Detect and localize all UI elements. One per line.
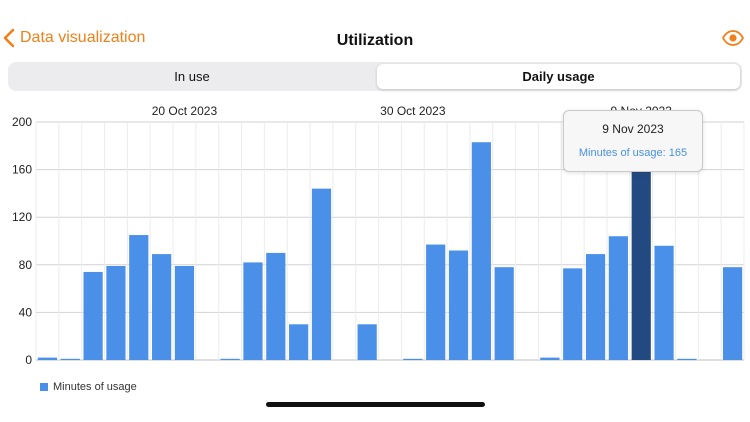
segment-in-use[interactable]: In use [10, 64, 374, 89]
y-tick-label: 200 [12, 115, 32, 129]
bar[interactable] [494, 267, 514, 360]
bar[interactable] [540, 357, 560, 360]
tooltip-value: Minutes of usage: 165 [578, 147, 688, 159]
home-indicator [266, 402, 485, 407]
segment-daily-usage[interactable]: Daily usage [377, 64, 740, 89]
x-date-label: 30 Oct 2023 [380, 104, 446, 118]
bar[interactable] [471, 142, 491, 360]
eye-icon [721, 30, 745, 50]
view-segmented-control: In use Daily usage [8, 62, 742, 91]
y-tick-label: 120 [12, 210, 32, 224]
visibility-button[interactable] [721, 30, 745, 51]
bar[interactable] [37, 357, 58, 360]
legend-swatch [40, 383, 48, 391]
page-title: Utilization [336, 32, 414, 49]
bar[interactable] [403, 358, 423, 360]
x-date-label: 20 Oct 2023 [152, 104, 218, 118]
bar[interactable] [174, 265, 195, 360]
tooltip-date: 9 Nov 2023 [602, 122, 664, 136]
chart-legend: Minutes of usage [40, 381, 137, 393]
bar[interactable] [60, 358, 80, 360]
bar-tooltip: 9 Nov 2023 Minutes of usage: 165 [563, 110, 703, 172]
legend-label: Minutes of usage [53, 381, 137, 393]
bar[interactable] [608, 236, 628, 360]
y-tick-label: 160 [12, 163, 32, 177]
bar[interactable] [243, 262, 263, 360]
navigation-bar: Data visualization Utilization [0, 24, 750, 58]
bar[interactable] [220, 358, 240, 360]
bar[interactable] [357, 324, 377, 360]
bar[interactable] [106, 265, 126, 360]
bar[interactable] [654, 245, 674, 360]
bar[interactable] [585, 254, 606, 360]
y-tick-label: 0 [25, 353, 32, 367]
bar[interactable] [722, 267, 743, 360]
bar[interactable] [448, 250, 469, 360]
y-tick-label: 80 [19, 258, 33, 272]
y-tick-label: 40 [19, 305, 33, 319]
bar[interactable] [426, 244, 446, 360]
bar[interactable] [152, 254, 172, 360]
bar[interactable] [266, 252, 286, 360]
bar[interactable] [677, 358, 697, 360]
bar[interactable] [129, 235, 149, 360]
bar[interactable] [311, 188, 332, 360]
bar[interactable] [83, 271, 103, 360]
bar[interactable] [631, 163, 651, 360]
bar[interactable] [563, 268, 583, 360]
bar[interactable] [289, 324, 309, 360]
